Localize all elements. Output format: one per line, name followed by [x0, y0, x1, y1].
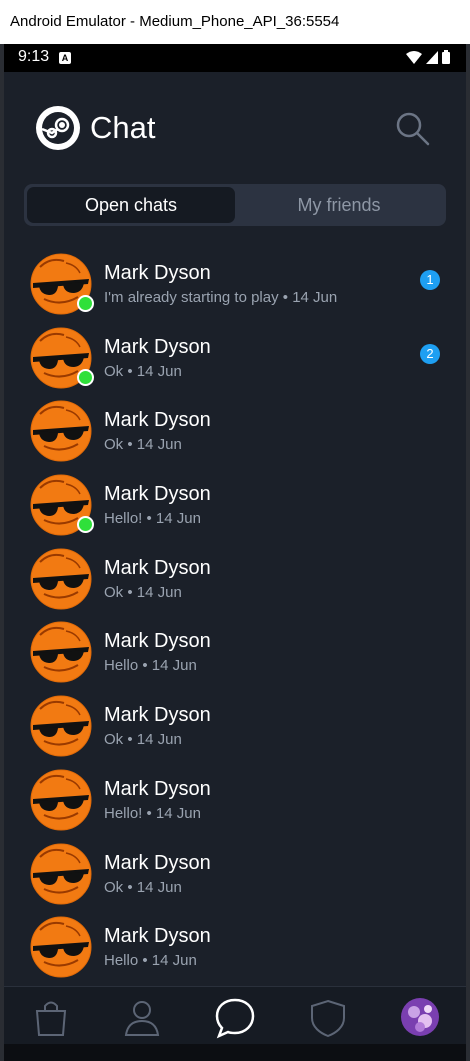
- nav-account[interactable]: [400, 997, 440, 1037]
- message-preview: Ok • 14 Jun: [104, 878, 182, 896]
- tab-open-chats[interactable]: Open chats: [27, 187, 235, 223]
- signal-icon: [426, 50, 438, 64]
- message-preview: Hello • 14 Jun: [104, 657, 197, 675]
- contact-avatar: [30, 916, 92, 978]
- chat-list-item[interactable]: Mark Dyson I'm already starting to play •…: [4, 247, 466, 321]
- unread-count-badge: 2: [420, 343, 440, 364]
- chat-list-item[interactable]: Mark Dyson Hello • 14 Jun: [4, 910, 466, 984]
- page-title: Chat: [90, 110, 156, 145]
- contact-name: Mark Dyson: [104, 925, 211, 948]
- window-title: Android Emulator - Medium_Phone_API_36:5…: [0, 0, 470, 44]
- message-preview: I'm already starting to play • 14 Jun: [104, 289, 338, 306]
- contact-name: Mark Dyson: [104, 409, 211, 432]
- message-preview: Ok • 14 Jun: [104, 436, 182, 454]
- message-preview: Hello! • 14 Jun: [104, 804, 201, 822]
- user-avatar: [401, 998, 439, 1036]
- chat-tabs: Open chats My friends: [24, 184, 446, 226]
- online-status-dot: [77, 295, 94, 312]
- contact-name: Mark Dyson: [104, 704, 211, 727]
- nav-chat[interactable]: [214, 997, 255, 1039]
- contact-name: Mark Dyson: [104, 262, 211, 284]
- online-status-dot: [77, 516, 94, 534]
- phone-screen: 9:13 A Chat Open chats My friends Mark D…: [4, 44, 466, 1044]
- nav-store[interactable]: [31, 997, 71, 1037]
- emulator-bottom-bar: [4, 1044, 466, 1061]
- chat-list-item[interactable]: Mark Dyson Ok • 14 Jun 2: [4, 321, 466, 395]
- status-time: 9:13: [18, 48, 50, 65]
- wifi-icon: [406, 50, 422, 64]
- message-preview: Hello • 14 Jun: [104, 952, 197, 970]
- contact-name: Mark Dyson: [104, 335, 211, 358]
- window-frame-right: [466, 44, 470, 1061]
- message-preview: Ok • 14 Jun: [104, 731, 182, 749]
- chat-list-item[interactable]: Mark Dyson Ok • 14 Jun: [4, 394, 466, 468]
- contact-avatar: [30, 621, 92, 683]
- chat-list-item[interactable]: Mark Dyson Hello! • 14 Jun: [4, 763, 466, 837]
- contact-avatar: [30, 695, 92, 757]
- contact-name: Mark Dyson: [104, 630, 211, 653]
- chat-list-item[interactable]: Mark Dyson Ok • 14 Jun: [4, 542, 466, 616]
- shield-icon: [311, 999, 345, 1038]
- steam-icon: [36, 106, 80, 150]
- chat-list-item[interactable]: Mark Dyson Hello • 14 Jun: [4, 615, 466, 689]
- contact-avatar: [30, 843, 92, 905]
- message-preview: Hello! • 14 Jun: [104, 510, 201, 528]
- contact-avatar: [30, 548, 92, 610]
- bottom-navigation: [4, 986, 466, 1044]
- contact-name: Mark Dyson: [104, 483, 211, 506]
- contact-avatar: [30, 400, 92, 462]
- contact-avatar: [30, 769, 92, 831]
- profile-icon: [124, 1001, 160, 1036]
- unread-count-badge: 1: [420, 270, 440, 290]
- notification-icon: A: [59, 52, 71, 64]
- chat-list-item[interactable]: Mark Dyson Ok • 14 Jun: [4, 689, 466, 763]
- contact-name: Mark Dyson: [104, 777, 211, 800]
- contact-name: Mark Dyson: [104, 851, 211, 874]
- nav-profile[interactable]: [122, 997, 162, 1037]
- status-icons: [406, 50, 450, 64]
- status-bar: 9:13 A: [4, 44, 466, 72]
- online-status-dot: [77, 368, 94, 386]
- chat-list: Mark Dyson I'm already starting to play •…: [4, 247, 466, 984]
- chat-list-item[interactable]: Mark Dyson Ok • 14 Jun: [4, 837, 466, 911]
- chat-bubble-icon: [215, 998, 255, 1039]
- message-preview: Ok • 14 Jun: [104, 583, 182, 601]
- search-button[interactable]: [392, 108, 432, 148]
- nav-guard[interactable]: [308, 997, 348, 1038]
- store-bag-icon: [35, 1001, 67, 1036]
- contact-name: Mark Dyson: [104, 556, 211, 579]
- chat-list-item[interactable]: Mark Dyson Hello! • 14 Jun: [4, 468, 466, 542]
- app-header: Chat: [36, 104, 155, 152]
- tab-my-friends[interactable]: My friends: [235, 187, 443, 223]
- message-preview: Ok • 14 Jun: [104, 362, 182, 380]
- search-icon: [396, 112, 430, 146]
- battery-icon: [442, 50, 450, 64]
